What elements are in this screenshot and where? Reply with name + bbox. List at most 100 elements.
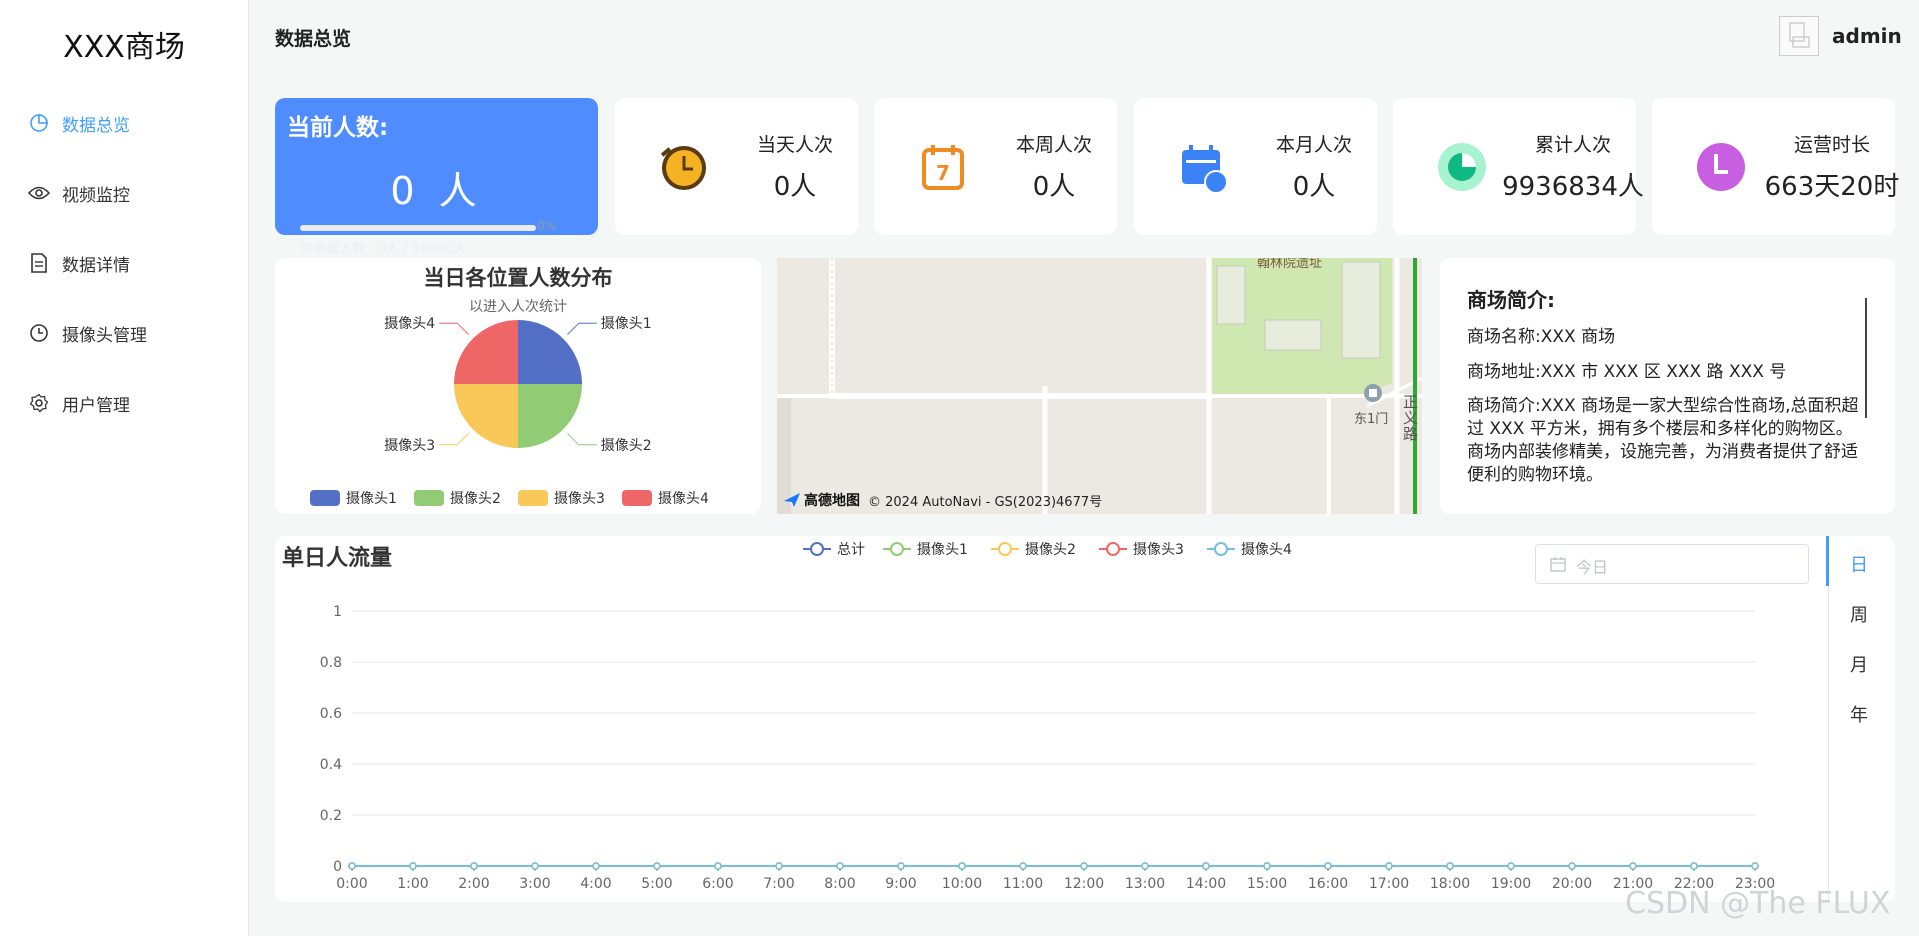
current-count-card: 当前人数: 0 人 0% 可承载人数：0人 / 10000人 xyxy=(275,98,598,257)
data-point[interactable] xyxy=(1690,862,1698,870)
data-point[interactable] xyxy=(1568,862,1576,870)
legend-label[interactable]: 总计 xyxy=(837,542,865,558)
capacity-percent: 0% xyxy=(537,219,557,233)
stat-label: 当天人次 xyxy=(756,134,833,156)
map[interactable]: 翰林院遗址 东1门 正义路 高德地图 © 2024 AutoNavi - GS(… xyxy=(777,258,1422,514)
intro-description: 商场简介:XXX 商场是一家大型综合性商场,总面积超过 XXX 平方米，拥有多个… xyxy=(1467,396,1859,485)
map-label-gate: 东1门 xyxy=(1354,412,1389,427)
data-point[interactable] xyxy=(897,862,905,870)
stat-label: 累计人次 xyxy=(1534,134,1611,156)
clock-icon xyxy=(28,322,50,344)
legend-marker[interactable] xyxy=(890,542,904,556)
legend-label[interactable]: 摄像头1 xyxy=(917,542,968,558)
map-attribution: 高德地图 © 2024 AutoNavi - GS(2023)4677号 xyxy=(783,490,1102,510)
intro-title: 商场简介: xyxy=(1467,288,1555,312)
range-tab-week[interactable]: 周 xyxy=(1828,601,1890,627)
legend-label[interactable]: 摄像头2 xyxy=(450,491,501,507)
x-tick-label: 4:00 xyxy=(580,876,611,892)
data-point[interactable] xyxy=(714,862,722,870)
x-tick-label: 18:00 xyxy=(1430,876,1470,892)
pie-chart: 摄像头1 摄像头2 摄像头3 摄像头4 摄像头1 摄像头2 摄像头3 摄像头4 xyxy=(310,316,709,507)
legend-swatch[interactable] xyxy=(622,490,652,506)
intro-address: 商场地址:XXX 市 XXX 区 XXX 路 XXX 号 xyxy=(1467,362,1787,382)
page-title: 数据总览 xyxy=(275,28,352,50)
legend-marker[interactable] xyxy=(810,542,824,556)
avatar[interactable] xyxy=(1779,16,1819,56)
map-brand: 高德地图 xyxy=(804,493,860,509)
range-tab-month[interactable]: 月 xyxy=(1828,651,1890,677)
data-point[interactable] xyxy=(1751,862,1759,870)
data-point[interactable] xyxy=(1385,862,1393,870)
stat-card-operation: 运营时长 663天20时 xyxy=(1652,98,1899,235)
legend-label[interactable]: 摄像头2 xyxy=(1025,542,1076,558)
capacity-progress-bar xyxy=(300,225,536,231)
range-tab-year[interactable]: 年 xyxy=(1828,701,1890,727)
data-point[interactable] xyxy=(1202,862,1210,870)
legend-label[interactable]: 摄像头3 xyxy=(1133,542,1184,558)
y-tick-label: 1 xyxy=(333,604,342,620)
stat-value: 0人 xyxy=(1292,172,1336,202)
data-point[interactable] xyxy=(470,862,478,870)
data-point[interactable] xyxy=(409,862,417,870)
sidebar-item-cameras[interactable]: 摄像头管理 xyxy=(28,317,147,349)
pie-slice-label: 摄像头1 xyxy=(601,316,652,332)
data-point[interactable] xyxy=(1629,862,1637,870)
x-tick-label: 17:00 xyxy=(1369,876,1409,892)
x-tick-label: 7:00 xyxy=(763,876,794,892)
pie-label-line xyxy=(439,322,469,335)
x-tick-label: 10:00 xyxy=(942,876,982,892)
watermark: CSDN @The FLUX xyxy=(1625,886,1891,921)
legend-label[interactable]: 摄像头4 xyxy=(1241,542,1292,558)
data-point[interactable] xyxy=(1019,862,1027,870)
capacity-caption: 可承载人数：0人 / 10000人 xyxy=(300,242,467,257)
x-tick-label: 6:00 xyxy=(702,876,733,892)
pie-label-line xyxy=(567,322,597,335)
data-point[interactable] xyxy=(1446,862,1454,870)
flow-line-chart: 00.20.40.60.810:00 1:00 2:00 3:00 4:00 5:00 6:… xyxy=(320,542,1775,892)
sidebar-item-details[interactable]: 数据详情 xyxy=(28,247,130,279)
data-point[interactable] xyxy=(1324,862,1332,870)
x-tick-label: 2:00 xyxy=(458,876,489,892)
x-tick-label: 8:00 xyxy=(824,876,855,892)
x-tick-label: 15:00 xyxy=(1247,876,1287,892)
legend-marker[interactable] xyxy=(1106,542,1120,556)
sidebar-item-overview[interactable]: 数据总览 xyxy=(28,107,130,139)
sidebar-item-label: 视频监控 xyxy=(62,185,130,206)
stat-value: 9936834人 xyxy=(1502,172,1644,202)
legend-swatch[interactable] xyxy=(310,490,340,506)
app-logo: XXX商场 xyxy=(63,30,185,65)
data-point[interactable] xyxy=(348,862,356,870)
map-arrow-icon xyxy=(784,493,800,507)
data-point[interactable] xyxy=(836,862,844,870)
stat-card-day: 当天人次 0人 xyxy=(615,98,858,235)
username[interactable]: admin xyxy=(1832,24,1902,48)
sidebar-item-users[interactable]: 用户管理 xyxy=(28,387,130,419)
data-point[interactable] xyxy=(653,862,661,870)
data-point[interactable] xyxy=(775,862,783,870)
data-point[interactable] xyxy=(592,862,600,870)
sidebar-item-label: 数据详情 xyxy=(62,255,130,276)
data-point[interactable] xyxy=(1507,862,1515,870)
stat-card-total: 累计人次 9936834人 xyxy=(1393,98,1644,235)
legend-label[interactable]: 摄像头3 xyxy=(554,491,605,507)
legend-label[interactable]: 摄像头1 xyxy=(346,491,397,507)
legend-swatch[interactable] xyxy=(518,490,548,506)
x-tick-label: 9:00 xyxy=(885,876,916,892)
legend-marker[interactable] xyxy=(998,542,1012,556)
legend-marker[interactable] xyxy=(1214,542,1228,556)
range-tab-day[interactable]: 日 xyxy=(1828,551,1890,577)
data-point[interactable] xyxy=(958,862,966,870)
pie-label-line xyxy=(439,433,469,446)
y-tick-label: 0.8 xyxy=(320,655,342,671)
pie-slice-label: 摄像头3 xyxy=(384,438,435,454)
data-point[interactable] xyxy=(1141,862,1149,870)
pie-slice-label: 摄像头2 xyxy=(601,438,652,454)
data-point[interactable] xyxy=(1263,862,1271,870)
data-point[interactable] xyxy=(531,862,539,870)
data-point[interactable] xyxy=(1080,862,1088,870)
sidebar-item-video[interactable]: 视频监控 xyxy=(28,177,130,209)
legend-swatch[interactable] xyxy=(414,490,444,506)
stat-value: 0人 xyxy=(1032,172,1076,202)
legend-label[interactable]: 摄像头4 xyxy=(658,491,709,507)
pie-slice-label: 摄像头4 xyxy=(384,316,435,332)
